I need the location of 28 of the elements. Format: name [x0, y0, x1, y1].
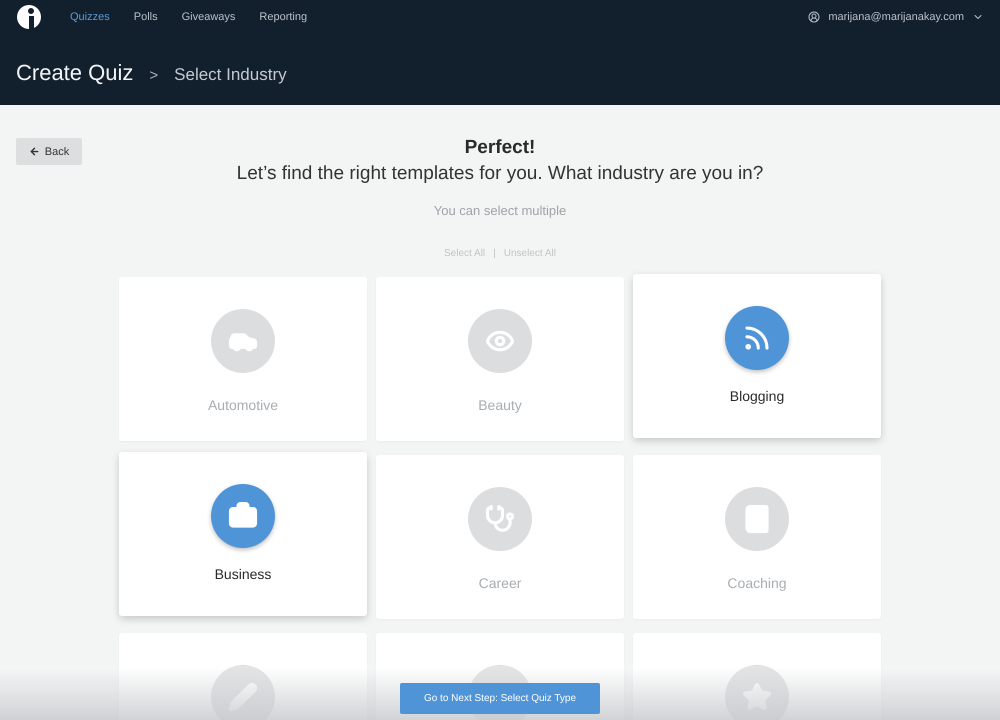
user-icon: [808, 11, 820, 23]
nav-link[interactable]: Quizzes: [70, 11, 110, 23]
page-title: Create Quiz: [16, 60, 134, 86]
industry-label: Business: [214, 566, 272, 582]
industry-label: Blogging: [730, 388, 784, 404]
rss-icon: [725, 306, 789, 370]
subheading: Let’s find the right templates for you. What industry are you in?: [236, 163, 764, 185]
industry-card[interactable]: Business: [119, 452, 367, 616]
pencil-icon: [211, 665, 275, 720]
industry-label: Career: [478, 575, 522, 591]
arrow-left-icon: [28, 146, 40, 157]
back-button[interactable]: Back: [16, 138, 82, 165]
nav-link[interactable]: Reporting: [259, 11, 308, 23]
briefcase-icon: [211, 484, 275, 548]
industry-label: Coaching: [727, 575, 787, 591]
user-email[interactable]: marijana@marijanakay.com: [828, 11, 964, 23]
industry-label: Beauty: [478, 397, 522, 413]
next-step-button[interactable]: Go to Next Step: Select Quiz Type: [400, 683, 600, 714]
hint-text: You can select multiple: [434, 203, 566, 218]
link-divider: |: [493, 248, 496, 259]
breadcrumb-current: Select Industry: [174, 65, 287, 85]
industry-card[interactable]: Blogging: [633, 274, 881, 438]
nav-link[interactable]: Giveaways: [182, 11, 236, 23]
logo-icon[interactable]: [16, 3, 42, 31]
nav-link[interactable]: Polls: [134, 11, 158, 23]
industry-label: Automotive: [208, 397, 278, 413]
breadcrumb-separator: >: [149, 67, 158, 84]
heading: Perfect!: [464, 137, 536, 159]
